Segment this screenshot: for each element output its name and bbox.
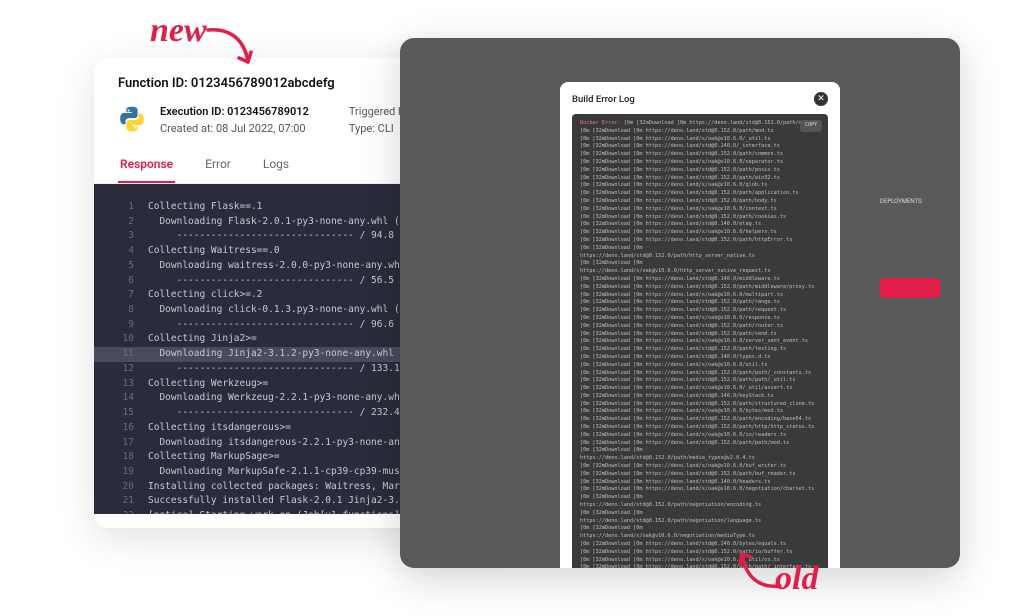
log-line: [0m [32mDownload [0m https://deno.land/s… [580,284,820,292]
log-line: [0m [32mDownload [0m https://deno.land/s… [580,167,820,175]
log-line: [0m [32mDownload [0m https://deno.land/s… [580,245,820,261]
log-line: [0m [32mDownload [0m https://deno.land/s… [580,198,820,206]
copy-button[interactable]: COPY [800,120,822,132]
log-line: [0m [32mDownload [0m https://deno.land/s… [580,377,820,385]
arrow-new-icon [204,22,264,78]
log-line: [0m [32mDownload [0m https://deno.land/s… [580,370,820,378]
log-line: [0m [32mDownload [0m https://deno.land/s… [580,424,820,432]
tab-response[interactable]: Response [118,147,175,183]
function-id-label: Function ID: [118,76,188,91]
log-line: [0m [32mDownload [0m https://deno.land/s… [580,128,820,136]
ghost-text: DEPLOYMENTS [880,198,940,205]
build-error-title: Build Error Log [572,94,635,105]
python-icon [118,105,146,133]
tab-logs[interactable]: Logs [261,147,291,183]
log-line: [0m [32mDownload [0m https://deno.land/s… [580,323,820,331]
log-line: [0m [32mDownload [0m https://deno.land/s… [580,393,820,401]
log-line: [0m [32mDownload [0m https://deno.land/x… [580,260,820,276]
log-line: [0m [32mDownload [0m https://deno.land/s… [580,346,820,354]
old-ui-backdrop: DEPLOYMENTS Build Error Log ✕ COPY Docke… [400,38,960,568]
log-line: [0m [32mDownload [0m https://deno.land/s… [580,143,820,151]
log-line: [0m [32mDownload [0m https://deno.land/s… [580,331,820,339]
log-line: [0m [32mDownload [0m https://deno.land/s… [580,447,820,463]
log-line: [0m [32mDownload [0m https://deno.land/x… [580,385,820,393]
log-line: [0m [32mDownload [0m https://deno.land/s… [580,151,820,159]
log-line: [0m [32mDownload [0m https://deno.land/s… [580,401,820,409]
log-line: [0m [32mDownload [0m https://deno.land/s… [580,354,820,362]
close-icon[interactable]: ✕ [814,92,828,106]
log-line: [0m [32mDownload [0m https://deno.land/s… [580,175,820,183]
log-line: [0m [32mDownload [0m https://deno.land/x… [580,463,820,471]
label-new: new [150,12,207,50]
log-line: [0m [32mDownload [0m https://deno.land/s… [580,494,820,510]
log-line: [0m [32mDownload [0m https://deno.land/x… [580,338,820,346]
log-line: [0m [32mDownload [0m https://deno.land/x… [580,315,820,323]
tab-error[interactable]: Error [203,147,233,183]
log-line: [0m [32mDownload [0m https://deno.land/x… [580,136,820,144]
build-error-log[interactable]: COPY Docker Error: [0m [32mDownload [0m … [572,114,828,568]
log-line: [0m [32mDownload [0m https://deno.land/x… [580,432,820,440]
execution-id: Execution ID: 0123456789012 [160,105,309,118]
log-line: [0m [32mDownload [0m https://deno.land/x… [580,362,820,370]
created-at: Created at: 08 Jul 2022, 07:00 [160,122,309,135]
log-line: [0m [32mDownload [0m https://deno.land/x… [580,159,820,167]
log-line: [0m [32mDownload [0m https://deno.land/x… [580,525,820,541]
log-line: [0m [32mDownload [0m https://deno.land/s… [580,416,820,424]
log-line: [0m [32mDownload [0m https://deno.land/x… [580,408,820,416]
log-line: [0m [32mDownload [0m https://deno.land/s… [580,221,820,229]
log-line: [0m [32mDownload [0m https://deno.land/x… [580,486,820,494]
build-error-modal: Build Error Log ✕ COPY Docker Error: [0m… [560,82,840,568]
log-line: [0m [32mDownload [0m https://deno.land/s… [580,471,820,479]
log-line: [0m [32mDownload [0m https://deno.land/s… [580,299,820,307]
log-line: [0m [32mDownload [0m https://deno.land/s… [580,307,820,315]
ghost-primary-button [880,278,940,298]
log-line: [0m [32mDownload [0m https://deno.land/s… [580,214,820,222]
log-line: [0m [32mDownload [0m https://deno.land/s… [580,237,820,245]
log-line: Docker Error: [0m [32mDownload [0m https… [580,120,820,128]
log-line: [0m [32mDownload [0m https://deno.land/s… [580,479,820,487]
log-line: [0m [32mDownload [0m https://deno.land/x… [580,292,820,300]
log-line: [0m [32mDownload [0m https://deno.land/x… [580,229,820,237]
log-line: [0m [32mDownload [0m https://deno.land/s… [580,190,820,198]
log-line: [0m [32mDownload [0m https://deno.land/x… [580,182,820,190]
log-line: [0m [32mDownload [0m https://deno.land/x… [580,206,820,214]
log-line: [0m [32mDownload [0m https://deno.land/s… [580,510,820,526]
function-id-value: 0123456789012abcdefg [191,76,335,91]
log-line: [0m [32mDownload [0m https://deno.land/s… [580,440,820,448]
arrow-old-icon [730,540,790,596]
log-line: [0m [32mDownload [0m https://deno.land/s… [580,276,820,284]
